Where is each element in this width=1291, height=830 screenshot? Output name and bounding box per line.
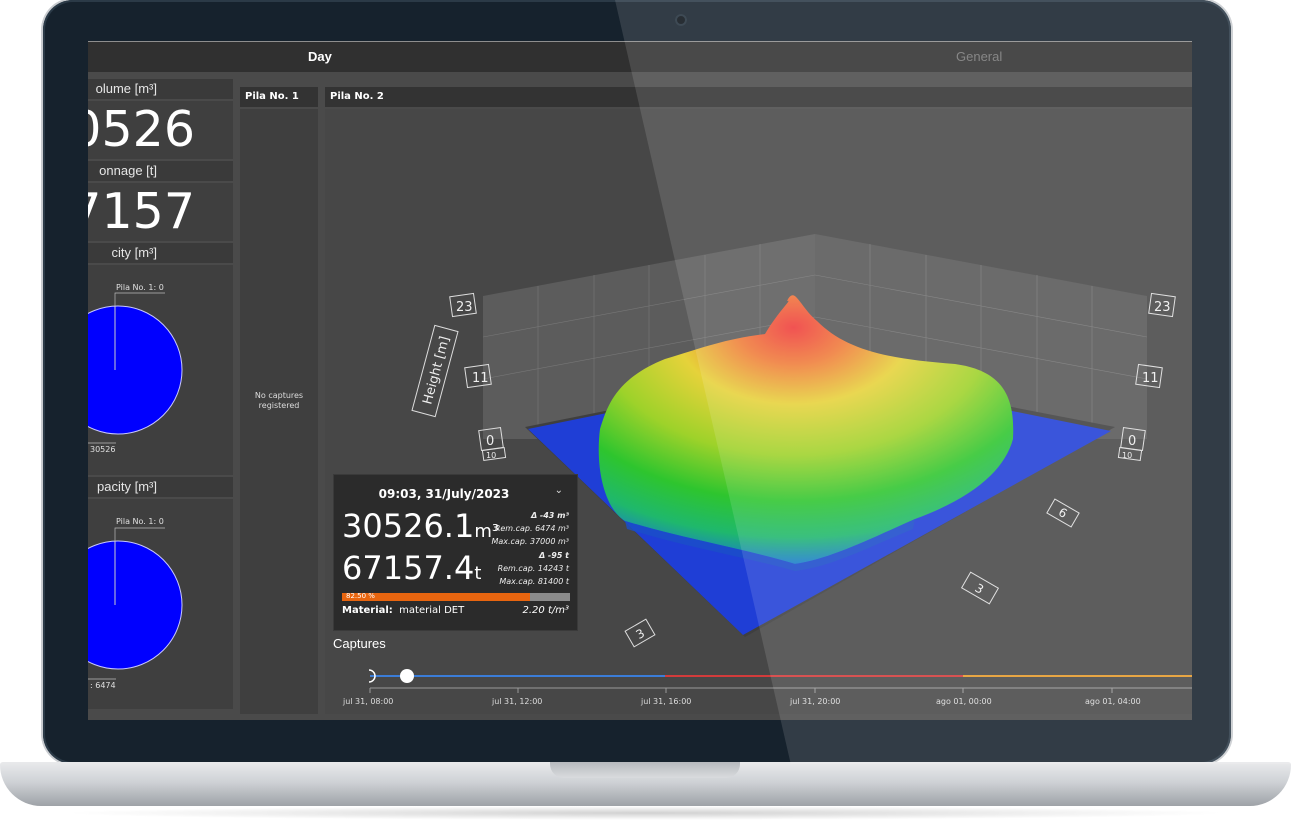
tonnage-value: 7157 — [88, 183, 233, 241]
pila2-panel: 23 11 0 10 Height [m] 23 11 0 10 3 6 3 0… — [325, 109, 1192, 714]
z-tick-right-23: 23 — [1154, 300, 1171, 315]
timeline-tick-label: jul 31, 20:00 — [790, 697, 841, 706]
summary-column: olume [m³] 0526 onnage [t] 7157 city [m³… — [88, 79, 233, 714]
volume-reading: 30526.1m³ — [342, 507, 500, 545]
capacity-pie-panel: Pila No. 1: 0 30526 — [88, 265, 233, 475]
tab-general[interactable]: General — [956, 49, 1002, 64]
x-tick-left-10: 10 — [486, 451, 496, 460]
timeline-tick-label: jul 31, 12:00 — [492, 697, 543, 706]
pie-slice-pila2 — [88, 305, 183, 435]
tonnage-remaining-capacity: Rem.cap. 14243 t — [497, 564, 569, 573]
x-tick-right-10: 10 — [1122, 451, 1132, 460]
capacity-progress-bar: 82.50 % — [342, 592, 570, 601]
timeline-tick-label: jul 31, 08:00 — [343, 697, 394, 706]
timeline-slider-thumb[interactable] — [400, 669, 414, 683]
capacity-progress-label: 82.50 % — [346, 592, 375, 600]
captures-title: Captures — [333, 636, 386, 651]
pie2-slice-remaining — [88, 540, 183, 670]
capacity-pie-chart: Pila No. 1: 0 30526 — [88, 283, 183, 454]
chevron-down-icon[interactable]: ⌄ — [555, 485, 563, 496]
capture-datetime[interactable]: 09:03, 31/July/2023 — [334, 487, 554, 501]
capacity2-pie-chart: Pila No. 1: 0 : 6474 — [88, 517, 183, 690]
pila1-title[interactable]: Pila No. 1 — [240, 87, 318, 107]
timeline-axis-ticks — [369, 688, 1113, 693]
laptop-shadow — [60, 806, 1231, 820]
app-screen: Day General olume [m³] 0526 onnage [t] 7… — [88, 41, 1192, 720]
timeline-tick-label: jul 31, 16:00 — [641, 697, 692, 706]
height-axis-label: Height [m] — [411, 324, 459, 418]
z-tick-right-11: 11 — [1142, 371, 1159, 386]
tonnage-header: onnage [t] — [88, 161, 233, 181]
tonnage-reading: 67157.4t — [342, 549, 482, 587]
capture-info-card: 09:03, 31/July/2023 ⌄ 30526.1m³ Δ -43 m³… — [333, 474, 578, 631]
z-tick-right-0: 0 — [1128, 434, 1136, 449]
volume-header: olume [m³] — [88, 79, 233, 99]
pie-top-label: Pila No. 1: 0 — [116, 283, 164, 292]
tonnage-delta: Δ -95 t — [538, 551, 569, 560]
timeline-tick-label: ago 01, 00:00 — [936, 697, 992, 706]
x-tick-front-3: 3 — [634, 626, 648, 642]
pila1-panel: No captures registered — [240, 109, 318, 714]
pie-leader-top — [114, 292, 165, 306]
material-row: Material: material DET — [342, 605, 465, 616]
z-tick-left-0: 0 — [486, 434, 494, 449]
pie2-top-label: Pila No. 1: 0 — [116, 517, 164, 526]
volume-value: 0526 — [88, 101, 233, 159]
svg-text:Height [m]: Height [m] — [420, 335, 453, 406]
capacity2-header: pacity [m³] — [88, 477, 233, 497]
no-captures-text: No captures registered — [254, 391, 304, 410]
capacity-header: city [m³] — [88, 243, 233, 263]
density-value: 2.20 t/m³ — [522, 605, 569, 616]
material-value: material DET — [399, 605, 465, 616]
y-tick-6: 6 — [1056, 505, 1070, 521]
tab-day[interactable]: Day — [308, 49, 332, 64]
volume-max-capacity: Max.cap. 37000 m³ — [491, 537, 569, 546]
camera-icon — [675, 14, 687, 26]
tonnage-max-capacity: Max.cap. 81400 t — [499, 577, 569, 586]
timeline-tick-label: ago 01, 04:00 — [1085, 697, 1141, 706]
pie2-leader-top — [114, 527, 165, 541]
z-tick-left-11: 11 — [472, 371, 489, 386]
tab-bar: Day General — [88, 41, 1192, 72]
pila2-title[interactable]: Pila No. 2 — [325, 87, 1192, 107]
z-tick-left-23: 23 — [456, 300, 473, 315]
volume-remaining-capacity: Rem.cap. 6474 m³ — [494, 524, 569, 533]
capacity2-pie-panel: Pila No. 1: 0 : 6474 — [88, 499, 233, 709]
volume-delta: Δ -43 m³ — [530, 511, 569, 520]
laptop-notch — [550, 762, 740, 778]
pie-bottom-label: 30526 — [90, 445, 115, 454]
pie2-bottom-label: : 6474 — [90, 681, 116, 690]
captures-timeline[interactable] — [325, 654, 1192, 714]
y-tick-3: 3 — [973, 581, 987, 597]
